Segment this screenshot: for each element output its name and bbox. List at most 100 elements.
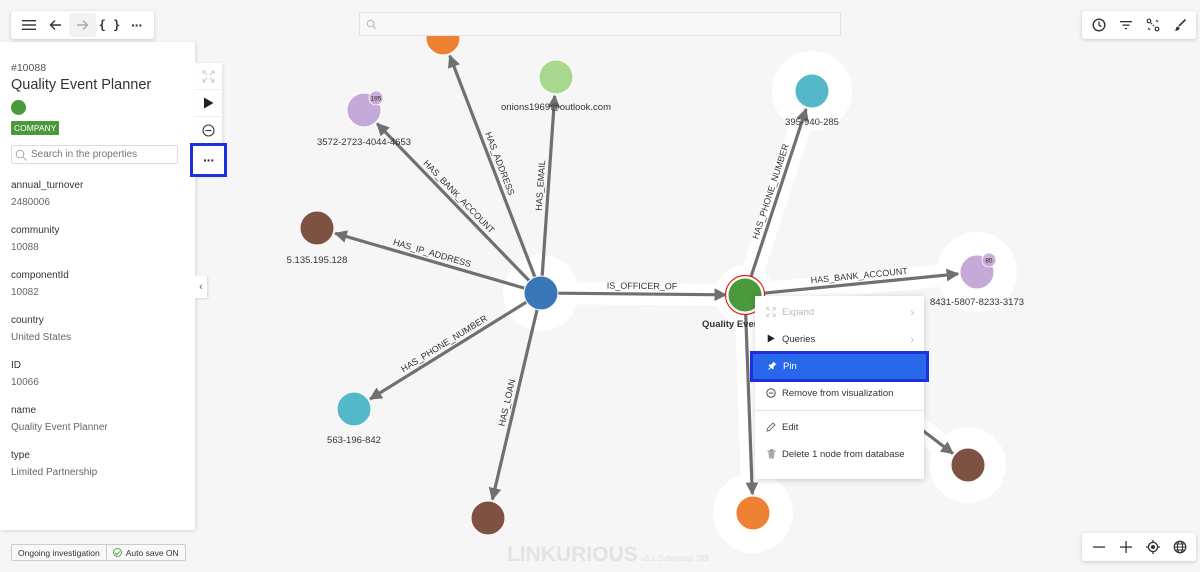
graph-search-bar[interactable] xyxy=(359,12,841,36)
brand: LINKURIOUS v3.1.2-develop.789 xyxy=(507,543,709,567)
expand-icon xyxy=(766,306,776,317)
filter-button[interactable] xyxy=(1112,13,1139,37)
property-search-field[interactable] xyxy=(11,145,178,164)
property-item: annual_turnover 2480006 xyxy=(11,180,184,208)
property-value: United States xyxy=(11,332,72,343)
edge-has-phone-number[interactable] xyxy=(369,300,528,401)
edge-has-ip-address[interactable] xyxy=(334,230,526,290)
graph-node-orange2[interactable] xyxy=(735,495,771,531)
node-circle[interactable] xyxy=(299,210,335,246)
property-value: 10066 xyxy=(11,377,39,388)
globe-icon xyxy=(1173,540,1186,554)
graph-node-loan[interactable] xyxy=(470,500,506,536)
shortest-path-button[interactable] xyxy=(1139,13,1166,37)
edge-is-officer-of[interactable] xyxy=(557,288,728,302)
investigation-status[interactable]: Ongoing investigation xyxy=(12,545,107,560)
menu-item-pin[interactable]: Pin xyxy=(750,351,929,382)
node-circle[interactable] xyxy=(794,73,830,109)
main-toolbar: { } ··· xyxy=(11,11,154,39)
check-circle-icon xyxy=(112,548,122,557)
node-circle[interactable] xyxy=(336,391,372,427)
trash-icon xyxy=(767,448,775,458)
collapse-panel-button[interactable]: ‹ xyxy=(195,276,207,298)
property-item: country United States xyxy=(11,315,184,343)
graph-search-input[interactable] xyxy=(377,18,840,30)
property-key: type xyxy=(11,450,30,461)
node-circle[interactable] xyxy=(950,447,986,483)
back-button[interactable] xyxy=(42,13,69,37)
node-circle[interactable] xyxy=(470,500,506,536)
node-title: Quality Event Planner xyxy=(11,77,152,93)
more-horizontal-icon: ··· xyxy=(131,17,143,33)
chevron-right-icon: › xyxy=(910,333,914,346)
edge-has-loan[interactable] xyxy=(488,309,539,501)
property-key: community xyxy=(11,225,60,236)
menu-item-edit[interactable]: Edit xyxy=(755,414,924,441)
more-button[interactable]: ··· xyxy=(123,13,150,37)
minus-icon xyxy=(1092,546,1105,548)
plus-icon xyxy=(1119,541,1132,553)
property-search-input[interactable] xyxy=(31,149,177,160)
node-badge-count: 195 xyxy=(371,96,382,103)
node-label: 5.135.195.128 xyxy=(287,255,348,266)
property-key: ID xyxy=(11,360,21,371)
edge-label: IS_OFFICER_OF xyxy=(607,281,678,292)
path-icon xyxy=(1146,18,1159,32)
edge-label: HAS_BANK_ACCOUNT xyxy=(421,158,496,235)
graph-node-center[interactable] xyxy=(523,275,559,311)
timeline-button[interactable] xyxy=(1085,13,1112,37)
chevron-right-icon: › xyxy=(910,306,914,319)
property-value: 2480006 xyxy=(11,197,50,208)
property-key: componentId xyxy=(11,270,69,281)
menu-item-remove[interactable]: Remove from visualization xyxy=(755,380,924,407)
arrow-left-icon xyxy=(49,20,61,30)
status-bar: Ongoing investigation Auto save ON xyxy=(11,544,186,561)
property-item: community 10088 xyxy=(11,225,184,253)
menu-button[interactable] xyxy=(15,13,42,37)
menu-separator xyxy=(755,410,924,411)
node-label: 8431-5807-8233-3173 xyxy=(930,297,1024,308)
node-label: 563-196-842 xyxy=(327,435,381,446)
chevron-left-icon: ‹ xyxy=(199,281,203,293)
property-list: annual_turnover 2480006 community 10088 comp… xyxy=(11,180,184,478)
autosave-status[interactable]: Auto save ON xyxy=(107,545,185,560)
node-circle[interactable] xyxy=(735,495,771,531)
search-icon xyxy=(15,149,27,161)
node-label: Quality Even xyxy=(702,319,760,330)
menu-item-delete[interactable]: Delete 1 node from database xyxy=(755,441,924,468)
tools-toolbar xyxy=(1082,11,1196,39)
property-key: annual_turnover xyxy=(11,180,84,191)
design-button[interactable] xyxy=(1166,13,1193,37)
node-label: 395-940-285 xyxy=(785,117,839,128)
play-icon xyxy=(767,334,775,343)
graph-node-bank1[interactable]: 195 3572-2723-4044-4653 xyxy=(317,90,411,148)
node-circle[interactable] xyxy=(523,275,559,311)
zoom-out-button[interactable] xyxy=(1085,535,1112,559)
edge-label: HAS_EMAIL xyxy=(534,160,547,211)
remove-button[interactable] xyxy=(195,117,222,144)
property-key: name xyxy=(11,405,37,416)
code-button[interactable]: { } xyxy=(96,13,123,37)
graph-node-ip[interactable]: 5.135.195.128 xyxy=(287,210,348,266)
menu-item-expand[interactable]: Expand › xyxy=(755,299,924,326)
node-color-indicator xyxy=(11,100,26,115)
property-item: type Limited Partnership xyxy=(11,450,184,478)
locate-button[interactable] xyxy=(1139,535,1166,559)
brush-icon xyxy=(1174,18,1186,31)
node-actions-bar: ··· xyxy=(190,63,227,177)
geo-mode-button[interactable] xyxy=(1166,535,1193,559)
graph-node-phone1[interactable]: 563-196-842 xyxy=(327,391,381,446)
forward-button[interactable] xyxy=(69,13,96,37)
edge-has-phone-number[interactable] xyxy=(748,107,809,280)
property-item: componentId 10082 xyxy=(11,270,184,298)
queries-button[interactable] xyxy=(195,90,222,117)
graph-node-brown2[interactable] xyxy=(950,447,986,483)
expand-button[interactable] xyxy=(195,63,222,90)
menu-item-queries[interactable]: Queries › xyxy=(755,326,924,353)
more-actions-button[interactable]: ··· xyxy=(190,143,227,177)
zoom-in-button[interactable] xyxy=(1112,535,1139,559)
arrow-right-icon xyxy=(77,20,89,30)
graph-node-email[interactable]: onions1969@outlook.com xyxy=(501,59,611,113)
clock-icon xyxy=(1091,18,1106,32)
node-circle[interactable] xyxy=(538,59,574,95)
